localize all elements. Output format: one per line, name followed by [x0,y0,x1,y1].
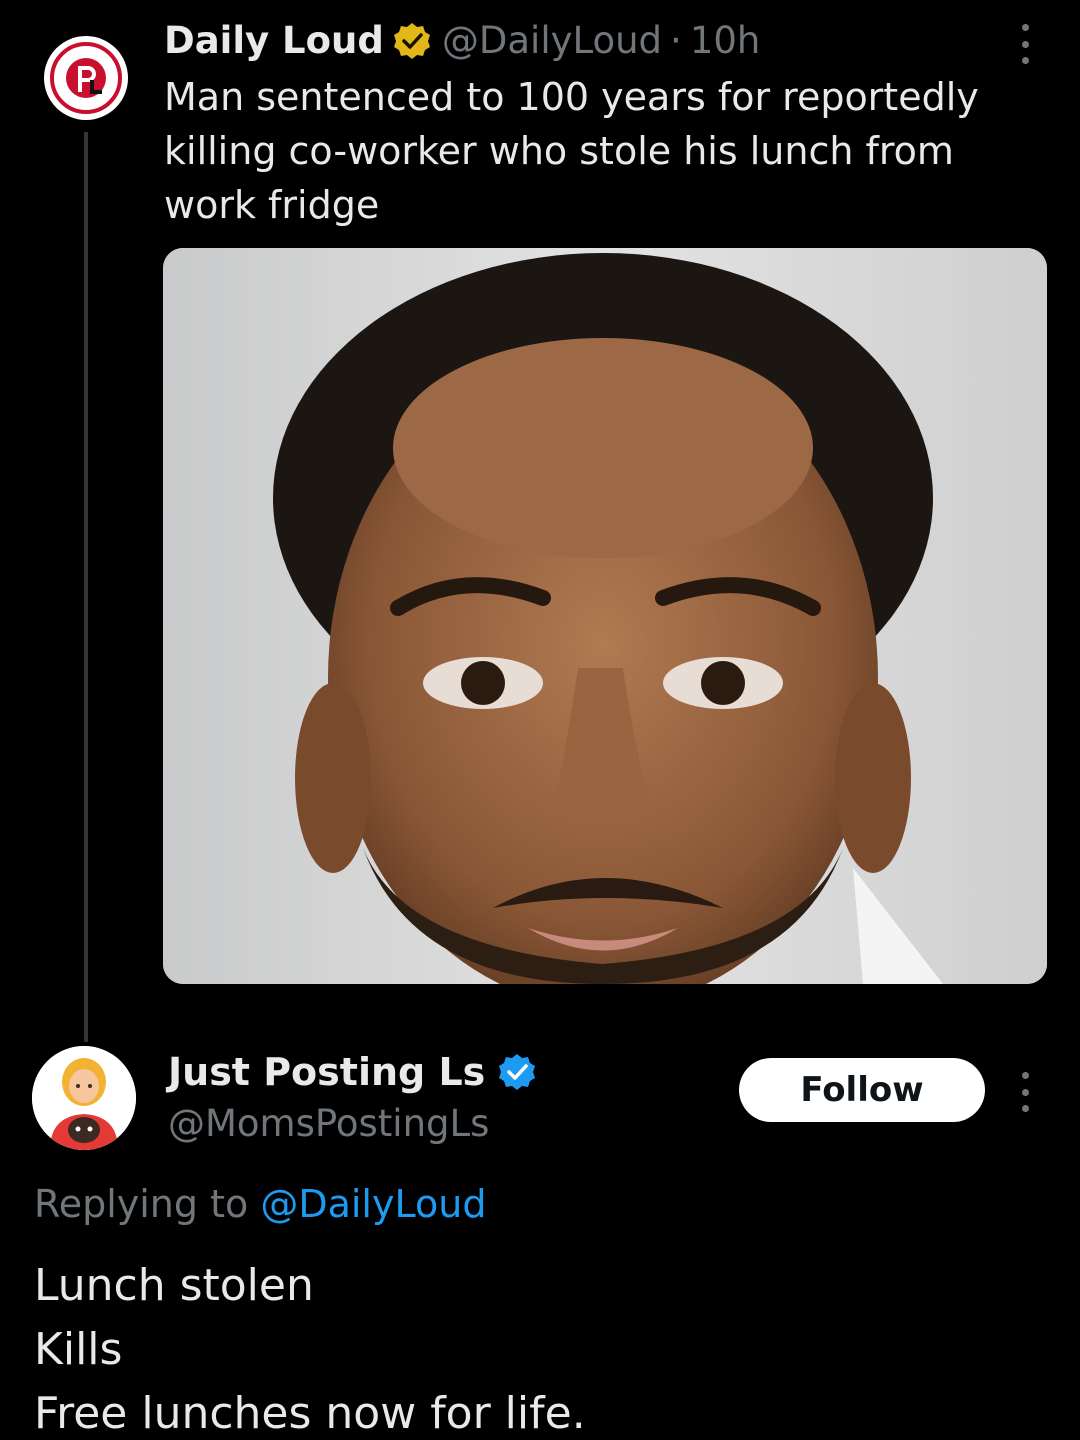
replying-to-prefix: Replying to [34,1182,249,1226]
thread-connector-line [84,132,88,1042]
follow-button[interactable]: Follow [739,1058,985,1122]
author-name[interactable]: Daily Loud [164,16,384,66]
author-handle[interactable]: @DailyLoud [442,16,662,66]
daily-loud-avatar[interactable] [44,36,128,120]
gold-verified-badge-icon [392,21,432,61]
tweet-timestamp[interactable]: 10h [690,16,761,66]
separator-dot: · [670,19,682,62]
reply-author-name-row: Just Posting Ls [168,1046,537,1098]
reply-text: Lunch stolen Kills Free lunches now for … [34,1254,1044,1440]
reply-line: Kills [34,1324,123,1375]
tweet-text: Man sentenced to 100 years for reportedl… [164,75,979,227]
tweet-thread: Daily Loud @DailyLoud · 10h Man sentence… [0,0,1080,1440]
reply-line: Lunch stolen [34,1260,314,1311]
daily-loud-logo-icon [46,38,126,118]
mugshot-photo-icon [163,248,1047,984]
reply-line: Free lunches now for life. [34,1388,586,1439]
reply-more-options-icon[interactable] [1010,1072,1040,1112]
blue-verified-badge-icon [497,1052,537,1092]
more-options-icon[interactable] [1010,24,1040,64]
just-posting-ls-avatar[interactable] [32,1046,136,1150]
tweet-header: Daily Loud @DailyLoud · 10h [164,16,760,66]
replying-to-mention[interactable]: @DailyLoud [260,1182,486,1226]
replying-to-line: Replying to @DailyLoud [34,1176,486,1232]
reply-author-name[interactable]: Just Posting Ls [168,1050,485,1094]
tweet-media[interactable] [163,248,1047,984]
reply-author-handle[interactable]: @MomsPostingLs [168,1098,489,1150]
woman-with-baby-emoji-icon [32,1046,136,1150]
